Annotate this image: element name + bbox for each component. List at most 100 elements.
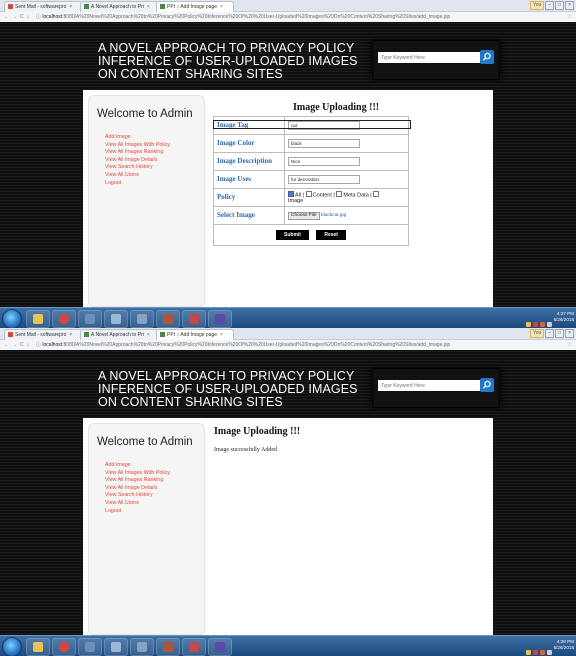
menu-item-view-images-policy[interactable]: View All Images With Policy — [105, 142, 170, 150]
close-window-button[interactable]: × — [565, 329, 574, 338]
menu-item-view-images-ranking[interactable]: View All Images Ranking — [105, 477, 170, 485]
menu-item-view-search-history[interactable]: View Search History — [105, 164, 170, 172]
search-button[interactable] — [480, 378, 494, 392]
reset-button[interactable]: Reset — [316, 230, 346, 240]
system-tray — [524, 314, 552, 328]
start-button[interactable] — [2, 309, 22, 328]
menu-item-view-users[interactable]: View All Users — [105, 172, 170, 180]
menu-item-add-image[interactable]: Add Image — [105, 462, 170, 470]
app-taskbar-icon[interactable] — [182, 310, 206, 328]
app-taskbar-icon[interactable] — [156, 638, 180, 656]
menu-item-add-image[interactable]: Add Image — [105, 134, 170, 142]
tray-icon[interactable] — [533, 322, 538, 327]
image-color-input[interactable]: black — [288, 139, 360, 148]
app-taskbar-icon[interactable] — [78, 638, 102, 656]
policy-image-checkbox[interactable] — [373, 190, 380, 197]
browser-tab-novel-approach[interactable]: A Novel Approach to Pri × — [80, 329, 158, 340]
app-taskbar-icon[interactable] — [78, 310, 102, 328]
admin-menu: Add Image View All Images With Policy Vi… — [105, 462, 170, 515]
volume-icon[interactable] — [547, 650, 552, 655]
sidebar-heading: Welcome to Admin — [97, 436, 193, 448]
browser-tab-gmail[interactable]: Sent Mail - softwarepro × — [4, 329, 82, 340]
back-icon[interactable]: ← — [4, 342, 12, 348]
policy-all-checkbox[interactable] — [288, 190, 294, 197]
app-taskbar-icon[interactable] — [104, 638, 128, 656]
menu-item-logout[interactable]: Logout — [105, 508, 170, 516]
site-title: A NOVEL APPROACH TO PRIVACY POLICY INFER… — [98, 41, 358, 81]
search-input[interactable] — [378, 52, 480, 63]
select-image-label: Select Image — [213, 206, 285, 225]
menu-item-view-search-history[interactable]: View Search History — [105, 492, 170, 500]
explorer-taskbar-icon[interactable] — [26, 310, 50, 328]
close-icon[interactable]: × — [69, 4, 72, 10]
app-taskbar-icon[interactable] — [104, 310, 128, 328]
tray-icon[interactable] — [526, 650, 531, 655]
maximize-button[interactable]: □ — [555, 1, 565, 10]
menu-item-view-images-ranking[interactable]: View All Images Ranking — [105, 149, 170, 157]
minimize-button[interactable]: – — [545, 1, 555, 10]
tray-icon[interactable] — [540, 322, 545, 327]
menu-item-view-image-details[interactable]: View All Image Details — [105, 157, 170, 165]
search-input[interactable] — [378, 380, 480, 391]
volume-icon[interactable] — [547, 322, 552, 327]
menu-item-logout[interactable]: Logout — [105, 180, 170, 188]
success-message: Image successfully Added — [214, 447, 277, 453]
browser-tab-gmail[interactable]: Sent Mail - softwarepro × — [4, 1, 82, 12]
app-taskbar-icon[interactable] — [156, 310, 180, 328]
home-icon[interactable]: ⌂ — [27, 342, 33, 348]
explorer-taskbar-icon[interactable] — [26, 638, 50, 656]
image-description-input[interactable]: Nice — [288, 157, 360, 166]
tab-label: A Novel Approach to Pri — [91, 332, 144, 338]
url-input[interactable]: ⓘ localhost:8080/A%20Novel%20Approach%20… — [36, 13, 562, 21]
browser-tab-add-image[interactable]: PPI :: Add Image page × — [156, 1, 234, 12]
bookmark-star-icon[interactable]: ☆ — [568, 12, 572, 22]
start-button[interactable] — [2, 637, 22, 656]
app-taskbar-icon[interactable] — [208, 638, 232, 656]
tray-icon[interactable] — [526, 322, 531, 327]
policy-meta-checkbox[interactable] — [336, 190, 343, 197]
browser-tab-add-image[interactable]: PPI :: Add Image page × — [156, 329, 234, 340]
tab-label: PPI :: Add Image page — [167, 4, 218, 10]
tray-icon[interactable] — [540, 650, 545, 655]
menu-item-view-users[interactable]: View All Users — [105, 500, 170, 508]
chrome-taskbar-icon[interactable] — [52, 638, 76, 656]
close-icon[interactable]: × — [147, 4, 150, 10]
forward-icon[interactable]: → — [12, 14, 20, 20]
submit-button[interactable]: Submit — [276, 230, 309, 240]
url-input[interactable]: ⓘ localhost:8080/A%20Novel%20Approach%20… — [36, 341, 562, 349]
close-icon[interactable]: × — [220, 4, 223, 10]
app-taskbar-icon[interactable] — [182, 638, 206, 656]
search-button[interactable] — [480, 50, 494, 64]
chrome-taskbar-icon[interactable] — [52, 310, 76, 328]
close-icon[interactable]: × — [147, 332, 150, 338]
image-uses-input[interactable]: for decoration — [288, 175, 360, 184]
menu-item-view-image-details[interactable]: View All Image Details — [105, 485, 170, 493]
policy-content-checkbox[interactable] — [305, 190, 312, 197]
image-color-label: Image Color — [213, 134, 285, 153]
reload-icon[interactable]: C — [20, 342, 27, 348]
clock[interactable]: 4:28 PM 5/26/2016 — [554, 639, 574, 651]
reload-icon[interactable]: C — [20, 14, 27, 20]
policy-options: All | Content | Meta Data | Image — [284, 188, 409, 207]
bookmark-star-icon[interactable]: ☆ — [568, 340, 572, 350]
minimize-button[interactable]: – — [545, 329, 555, 338]
profile-button[interactable]: You — [529, 329, 545, 338]
profile-button[interactable]: You — [529, 1, 545, 10]
app-taskbar-icon[interactable] — [208, 310, 232, 328]
forward-icon[interactable]: → — [12, 342, 20, 348]
maximize-button[interactable]: □ — [555, 329, 565, 338]
app-taskbar-icon[interactable] — [130, 638, 154, 656]
browser-tab-novel-approach[interactable]: A Novel Approach to Pri × — [80, 1, 158, 12]
clock[interactable]: 4:27 PM 5/26/2016 — [554, 311, 574, 323]
home-icon[interactable]: ⌂ — [27, 14, 33, 20]
url-host: localhost — [42, 342, 63, 348]
close-icon[interactable]: × — [220, 332, 223, 338]
close-icon[interactable]: × — [69, 332, 72, 338]
menu-item-view-images-policy[interactable]: View All Images With Policy — [105, 470, 170, 478]
choose-file-button[interactable]: Choose File — [288, 211, 320, 220]
tray-icon[interactable] — [533, 650, 538, 655]
image-uses-label: Image Uses — [213, 170, 285, 189]
close-window-button[interactable]: × — [565, 1, 574, 10]
app-taskbar-icon[interactable] — [130, 310, 154, 328]
back-icon[interactable]: ← — [4, 14, 12, 20]
